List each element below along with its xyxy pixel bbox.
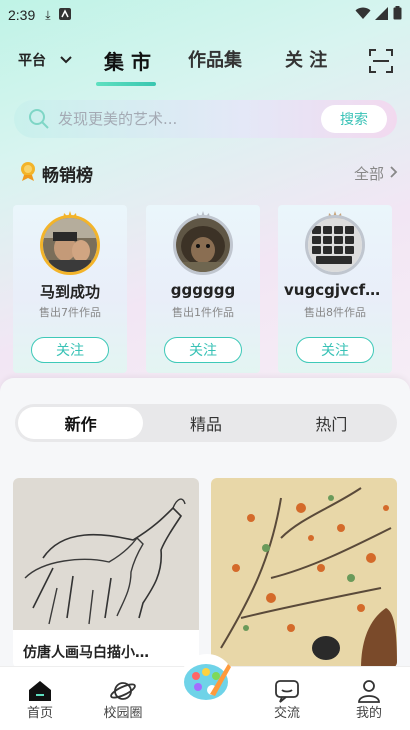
artwork-card[interactable]: [211, 478, 397, 668]
nav-chat-label: 交流: [273, 706, 300, 721]
search-bar: 搜索: [14, 100, 397, 138]
artwork-caption: 仿唐人画马白描小…: [23, 645, 149, 661]
scan-icon[interactable]: [368, 48, 394, 74]
status-time: 2:39: [8, 7, 36, 23]
tab-portfolio[interactable]: 作品集: [188, 46, 242, 72]
bestseller-title: 畅销榜: [42, 165, 93, 186]
top-navigation: 平台 集 市 作品集 关 注: [0, 40, 410, 86]
wifi-icon: [355, 7, 371, 24]
nav-home-label: 首页: [26, 706, 53, 721]
platform-selector[interactable]: 平台: [18, 50, 72, 70]
active-tab-indicator: [96, 82, 156, 86]
home-icon: [27, 679, 53, 703]
artwork-card[interactable]: 仿唐人画马白描小…: [13, 478, 199, 668]
nav-profile-label: 我的: [355, 706, 382, 721]
segment-new[interactable]: 新作: [18, 407, 144, 439]
artist-sold-count: 售出8件作品: [304, 306, 366, 319]
segment-premium[interactable]: 精品: [143, 407, 268, 439]
artist-name: 马到成功: [39, 283, 100, 301]
create-art-button[interactable]: [180, 654, 234, 708]
search-button[interactable]: 搜索: [321, 105, 387, 133]
bestseller-header: 畅销榜 全部: [18, 158, 398, 188]
artist-card[interactable]: vugcgjvcfb... 售出8件作品 关注: [278, 205, 392, 373]
nav-home[interactable]: 首页: [10, 673, 70, 725]
segment-popular[interactable]: 热门: [269, 407, 394, 439]
artist-card[interactable]: gggggg 售出1件作品 关注: [146, 205, 260, 373]
nav-campus[interactable]: 校园圈: [93, 673, 153, 725]
avatar: [173, 215, 233, 275]
chevron-right-icon: [390, 164, 398, 182]
platform-label: 平台: [18, 53, 46, 69]
tab-market[interactable]: 集 市: [104, 46, 151, 75]
signal-icon: [375, 6, 389, 24]
nav-chat[interactable]: 交流: [257, 673, 317, 725]
artist-name: gggggg: [170, 281, 236, 299]
status-bar: 2:39 ⤓: [0, 0, 410, 30]
search-icon: [28, 108, 50, 130]
follow-button[interactable]: 关注: [296, 337, 374, 363]
avatar: [305, 215, 365, 275]
artwork-image: [13, 478, 199, 634]
follow-button[interactable]: 关注: [31, 337, 109, 363]
palette-icon: [180, 664, 234, 712]
artist-sold-count: 售出7件作品: [39, 306, 101, 319]
artist-name: vugcgjvcfb...: [284, 281, 386, 299]
battery-icon: [393, 6, 402, 24]
artist-sold-count: 售出1件作品: [172, 306, 234, 319]
follow-button[interactable]: 关注: [164, 337, 242, 363]
planet-icon: [110, 679, 136, 703]
medal-icon: [18, 161, 38, 185]
nav-campus-label: 校园圈: [103, 706, 143, 721]
nav-profile[interactable]: 我的: [339, 673, 399, 725]
chat-icon: [274, 679, 300, 703]
user-icon: [356, 679, 382, 703]
tab-following[interactable]: 关 注: [285, 46, 327, 72]
view-all-label: 全部: [353, 164, 384, 183]
artwork-image: [211, 478, 397, 668]
category-segmented-control: 新作 精品 热门: [15, 404, 397, 442]
artist-card[interactable]: 马到成功 售出7件作品 关注: [13, 205, 127, 373]
download-icon: ⤓: [45, 7, 51, 22]
app-notification-icon: [58, 7, 71, 23]
avatar: [40, 215, 100, 275]
view-all-link[interactable]: 全部: [354, 163, 398, 184]
chevron-down-icon: [60, 52, 72, 68]
